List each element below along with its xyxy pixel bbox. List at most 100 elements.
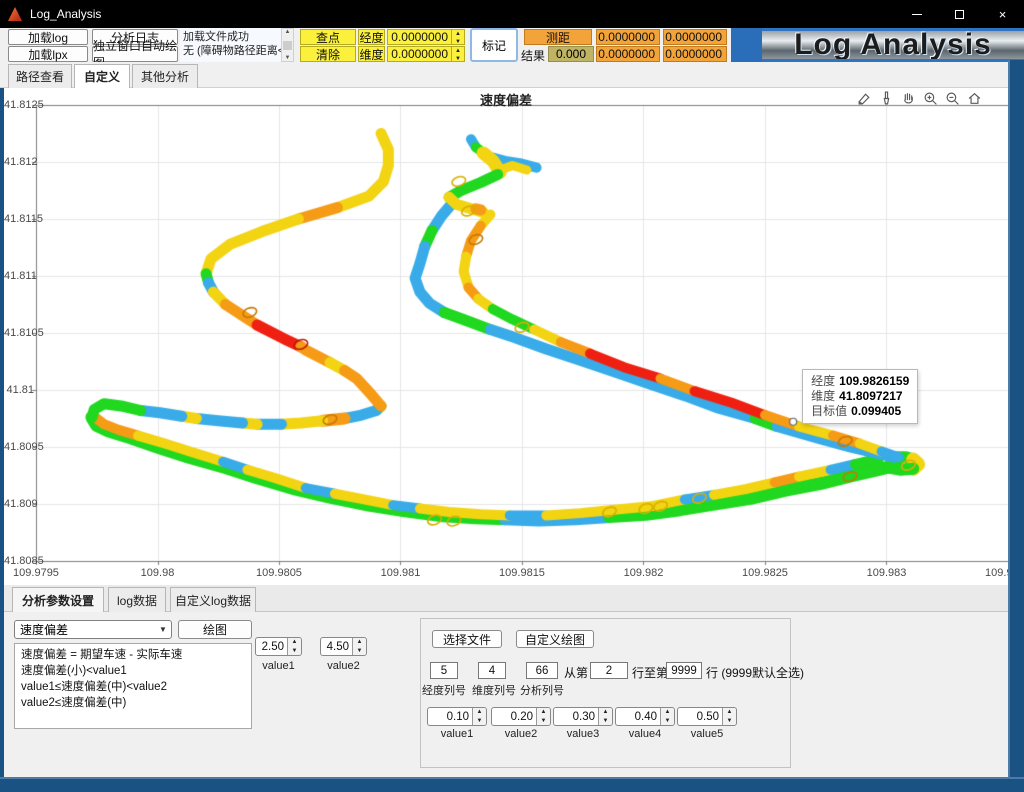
- maximize-icon[interactable]: [938, 0, 981, 28]
- measure-button[interactable]: 测距: [524, 29, 592, 45]
- y-tick-label: 41.8115: [4, 213, 34, 225]
- dropdown-value[interactable]: 速度偏差: [15, 621, 155, 638]
- pan-icon[interactable]: [901, 91, 916, 106]
- spin-up-icon[interactable]: ▲: [353, 638, 366, 647]
- measure-value-3: 0.0000000: [596, 46, 660, 62]
- y-tick-label: 41.809: [4, 498, 34, 510]
- window-frame-right: [1008, 60, 1024, 792]
- latitude-value[interactable]: 0.0000000: [388, 47, 451, 61]
- status-scrollbar[interactable]: ▲ ▼: [281, 28, 294, 62]
- auto-plot-button[interactable]: 独立窗口自动绘图: [92, 46, 178, 62]
- load-lpx-button[interactable]: 加载lpx: [8, 46, 88, 62]
- spin-down-icon[interactable]: ▼: [452, 38, 464, 46]
- spin-up-icon[interactable]: ▲: [661, 708, 674, 717]
- spin-down-icon[interactable]: ▼: [473, 717, 486, 726]
- matlab-app-icon: [8, 7, 22, 21]
- spinner-arrows[interactable]: ▲ ▼: [451, 30, 464, 44]
- toolbar: 加载log 分析日志 加载lpx 独立窗口自动绘图 加载文件成功 无 (障碍物路…: [0, 28, 762, 62]
- load-log-button[interactable]: 加载log: [8, 29, 88, 45]
- chart-canvas[interactable]: [4, 88, 1010, 585]
- brush-icon[interactable]: [879, 91, 894, 106]
- analysis-col-field[interactable]: 66: [526, 662, 558, 679]
- app-logo: Log Analysis: [762, 28, 1024, 62]
- check-point-button[interactable]: 查点: [300, 29, 356, 45]
- latitude-spinner[interactable]: 0.0000000 ▲ ▼: [387, 46, 465, 62]
- spin-down-icon[interactable]: ▼: [353, 647, 366, 656]
- lon-col-label: 经度列号: [418, 682, 470, 698]
- window-title: Log_Analysis: [30, 7, 101, 21]
- main-tab-bar: 路径查看 自定义 其他分析: [0, 62, 1008, 88]
- spin-up-icon[interactable]: ▲: [288, 638, 301, 647]
- value2-spinner[interactable]: 4.50 ▲▼: [320, 637, 367, 656]
- tab-other-analysis[interactable]: 其他分析: [132, 64, 198, 88]
- zoom-in-icon[interactable]: [923, 91, 938, 106]
- tab-analysis-params[interactable]: 分析参数设置: [12, 587, 104, 612]
- custom-value2-spinner[interactable]: 0.20 ▲▼: [491, 707, 551, 726]
- analysis-type-dropdown[interactable]: 速度偏差 ▼: [14, 620, 172, 639]
- custom-value3-spinner[interactable]: 0.30 ▲▼: [553, 707, 613, 726]
- spinner-arrows[interactable]: ▲ ▼: [451, 47, 464, 61]
- spin-down-icon[interactable]: ▼: [599, 717, 612, 726]
- longitude-value[interactable]: 0.0000000: [388, 30, 451, 44]
- row-from-field[interactable]: 2: [590, 662, 628, 679]
- status-message-box: 加载文件成功 无 (障碍物路径距离<5) 的感: [180, 28, 281, 62]
- data-tip[interactable]: 经度109.9826159 维度41.8097217 目标值0.099405: [802, 369, 918, 424]
- tab-log-data[interactable]: log数据: [108, 587, 166, 612]
- custom-plot-button[interactable]: 自定义绘图: [516, 630, 594, 648]
- zoom-out-icon[interactable]: [945, 91, 960, 106]
- scroll-thumb[interactable]: [283, 41, 292, 50]
- status-line: 无 (障碍物路径距离<5) 的感: [183, 44, 278, 58]
- datatip-row: 经度109.9826159: [811, 374, 909, 389]
- row-range-mid: 行至第: [632, 664, 668, 681]
- longitude-label: 经度: [358, 29, 385, 45]
- select-file-button[interactable]: 选择文件: [432, 630, 502, 648]
- measure-value-2: 0.0000000: [663, 29, 727, 45]
- lon-col-field[interactable]: 5: [430, 662, 458, 679]
- x-tick-label: 109.981: [373, 567, 429, 579]
- plot-button[interactable]: 绘图: [178, 620, 252, 639]
- custom-value4-spinner[interactable]: 0.40 ▲▼: [615, 707, 675, 726]
- plot-panel: 速度偏差 109.9795109.98109.9805109.981109.98…: [4, 88, 1008, 585]
- tab-path-view[interactable]: 路径查看: [8, 64, 72, 88]
- scroll-up-icon[interactable]: ▲: [285, 29, 291, 35]
- minimize-icon[interactable]: [895, 0, 938, 28]
- spin-down-icon[interactable]: ▼: [661, 717, 674, 726]
- spin-up-icon[interactable]: ▲: [723, 708, 736, 717]
- spin-up-icon[interactable]: ▲: [537, 708, 550, 717]
- row-to-field[interactable]: 9999: [666, 662, 702, 679]
- spin-down-icon[interactable]: ▼: [723, 717, 736, 726]
- clear-button[interactable]: 清除: [300, 46, 356, 62]
- tab-custom[interactable]: 自定义: [74, 64, 130, 88]
- formula-info-box: 速度偏差 = 期望车速 - 实际车速 速度偏差(小)<value1 value1…: [14, 643, 252, 729]
- custom-value1-spinner[interactable]: 0.10 ▲▼: [427, 707, 487, 726]
- logo-text: Log Analysis: [794, 28, 992, 62]
- mark-button[interactable]: 标记: [470, 28, 518, 62]
- x-tick-label: 109.98: [130, 567, 186, 579]
- spin-up-icon[interactable]: ▲: [599, 708, 612, 717]
- x-tick-label: 109.9795: [8, 567, 64, 579]
- spin-down-icon[interactable]: ▼: [537, 717, 550, 726]
- scroll-down-icon[interactable]: ▼: [285, 55, 291, 61]
- value1-spinner[interactable]: 2.50 ▲▼: [255, 637, 302, 656]
- close-icon[interactable]: ×: [981, 0, 1024, 28]
- longitude-spinner[interactable]: 0.0000000 ▲ ▼: [387, 29, 465, 45]
- status-line: 加载文件成功: [183, 30, 278, 44]
- custom-value5-spinner[interactable]: 0.50 ▲▼: [677, 707, 737, 726]
- restore-view-icon[interactable]: [967, 91, 982, 106]
- spin-up-icon[interactable]: ▲: [473, 708, 486, 717]
- chevron-down-icon[interactable]: ▼: [155, 625, 171, 634]
- spin-up-icon[interactable]: ▲: [452, 30, 464, 38]
- x-tick-label: 109.982: [616, 567, 672, 579]
- spin-up-icon[interactable]: ▲: [452, 47, 464, 55]
- spin-down-icon[interactable]: ▼: [288, 647, 301, 656]
- tab-custom-log-data[interactable]: 自定义log数据: [170, 587, 256, 612]
- x-tick-label: 109.983: [859, 567, 915, 579]
- x-tick-label: 109.9815: [494, 567, 550, 579]
- row-range-suffix: 行 (9999默认全选): [706, 664, 804, 681]
- value1-label: value1: [255, 660, 302, 672]
- lat-col-field[interactable]: 4: [478, 662, 506, 679]
- export-icon[interactable]: [857, 91, 872, 106]
- y-tick-label: 41.8105: [4, 327, 34, 339]
- y-tick-label: 41.81: [4, 384, 34, 396]
- title-bar: Log_Analysis ×: [0, 0, 1024, 28]
